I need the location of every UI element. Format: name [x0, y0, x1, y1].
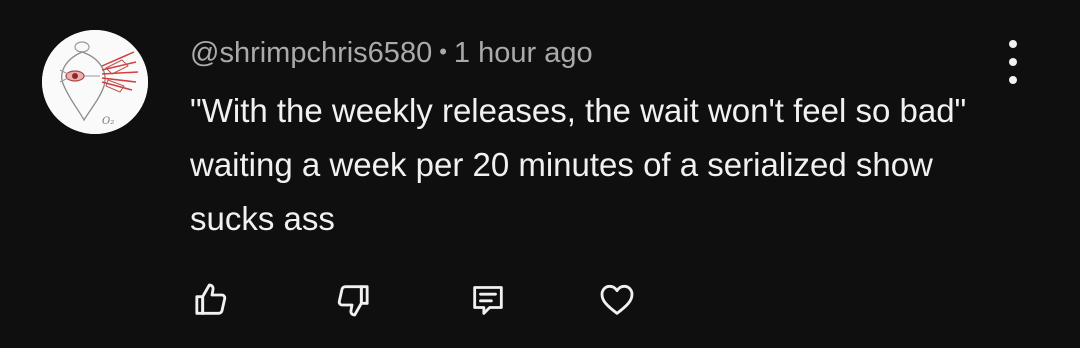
- avatar-drawing-icon: O₂: [42, 30, 148, 134]
- like-button[interactable]: [189, 278, 233, 322]
- comment-thread: O₂ @shrimpchris6580 • 1 hour ago "With the…: [0, 0, 1080, 348]
- comment-text: "With the weekly releases, the wait won'…: [190, 92, 967, 237]
- more-vertical-icon-dot: [1009, 58, 1017, 66]
- more-options-button[interactable]: [994, 40, 1032, 84]
- comment-timestamp[interactable]: 1 hour ago: [454, 37, 593, 69]
- meta-separator: •: [439, 39, 447, 64]
- more-vertical-icon: [1009, 40, 1017, 48]
- svg-text:O₂: O₂: [102, 116, 114, 127]
- reply-comment-icon: [473, 286, 503, 315]
- comment-header: @shrimpchris6580 • 1 hour ago: [190, 34, 593, 71]
- more-vertical-icon-dot: [1009, 76, 1017, 84]
- thumbs-up-icon: [195, 283, 227, 315]
- comment-actions: [0, 278, 1080, 322]
- dislike-button[interactable]: [331, 278, 375, 322]
- reply-button[interactable]: [466, 278, 510, 322]
- heart-icon: [600, 284, 634, 315]
- comment-author[interactable]: @shrimpchris6580: [190, 37, 432, 69]
- thumbs-down-icon: [337, 285, 369, 317]
- heart-button[interactable]: [595, 278, 639, 322]
- avatar[interactable]: O₂: [42, 30, 148, 134]
